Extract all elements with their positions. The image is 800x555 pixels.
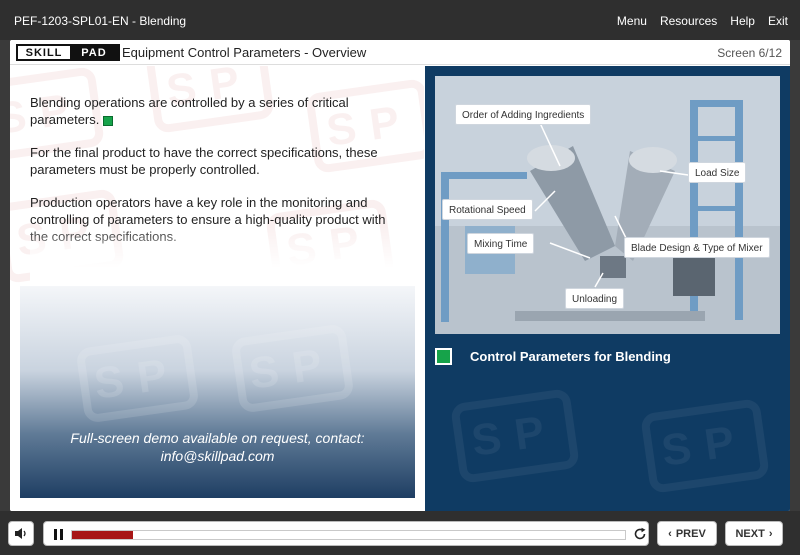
player-bar: ‹ PREV NEXT ›: [0, 511, 800, 555]
paragraph: For the final product to have the correc…: [30, 145, 378, 177]
watermark: SP: [75, 333, 200, 424]
callout-rotational-speed[interactable]: Rotational Speed: [442, 199, 533, 220]
green-square-icon: [435, 348, 452, 365]
skillpad-logo: SKILL PAD: [16, 44, 120, 61]
next-button[interactable]: NEXT ›: [725, 521, 783, 546]
paragraph: Blending operations are controlled by a …: [30, 95, 349, 127]
promo-email: info@skillpad.com: [160, 448, 275, 464]
exit-link[interactable]: Exit: [768, 14, 788, 28]
progress-fill: [72, 531, 133, 539]
menu-link[interactable]: Menu: [617, 14, 647, 28]
green-marker-icon: [103, 115, 114, 126]
diagram-panel: SP SP Order of Adding Ingredients Load S…: [425, 66, 790, 511]
sound-button[interactable]: [8, 521, 34, 546]
content-frame: SKILL PAD Equipment Control Parameters -…: [10, 40, 790, 511]
media-player: [43, 521, 649, 546]
callout-unloading[interactable]: Unloading: [565, 288, 625, 309]
screen-header: SKILL PAD Equipment Control Parameters -…: [10, 40, 790, 65]
watermark: SP: [640, 398, 770, 494]
replay-icon[interactable]: [633, 527, 647, 541]
logo-text-left: SKILL: [18, 46, 70, 59]
screen-title: Equipment Control Parameters - Overview: [122, 45, 367, 60]
section-heading: Control Parameters for Blending: [435, 348, 671, 365]
chevron-right-icon: ›: [768, 527, 773, 540]
text-panel: SP SP SP SP SP Blending operations are c…: [10, 66, 424, 511]
text-fade: [30, 226, 410, 286]
section-label: Control Parameters for Blending: [470, 349, 671, 364]
callout-load-size[interactable]: Load Size: [688, 162, 747, 183]
course-title: PEF-1203-SPL01-EN - Blending: [14, 14, 187, 28]
chevron-left-icon: ‹: [668, 527, 672, 540]
callout-order-of-adding-ingredients[interactable]: Order of Adding Ingredients: [455, 104, 592, 125]
promo-line: Full-screen demo available on request, c…: [70, 430, 365, 446]
help-link[interactable]: Help: [730, 14, 755, 28]
progress-track[interactable]: [71, 530, 626, 540]
screen-counter: Screen 6/12: [717, 46, 782, 60]
pause-icon[interactable]: [54, 529, 64, 540]
blender-image: Order of Adding Ingredients Load Size Ro…: [435, 76, 780, 334]
logo-text-right: PAD: [70, 46, 118, 59]
watermark: SP: [450, 388, 580, 484]
watermark: SP: [230, 323, 355, 414]
prev-label: PREV: [675, 527, 706, 540]
next-label: NEXT: [735, 527, 765, 540]
callout-blade-design[interactable]: Blade Design & Type of Mixer: [624, 237, 770, 258]
top-bar: PEF-1203-SPL01-EN - Blending Menu Resour…: [0, 0, 800, 40]
promo-text: Full-screen demo available on request, c…: [20, 429, 415, 465]
prev-button[interactable]: ‹ PREV: [657, 521, 717, 546]
resources-link[interactable]: Resources: [660, 14, 717, 28]
callout-mixing-time[interactable]: Mixing Time: [467, 233, 535, 254]
speaker-icon: [15, 528, 26, 539]
top-nav: Menu Resources Help Exit: [617, 14, 788, 28]
demo-promo-overlay: SP SP Full-screen demo available on requ…: [20, 286, 415, 498]
